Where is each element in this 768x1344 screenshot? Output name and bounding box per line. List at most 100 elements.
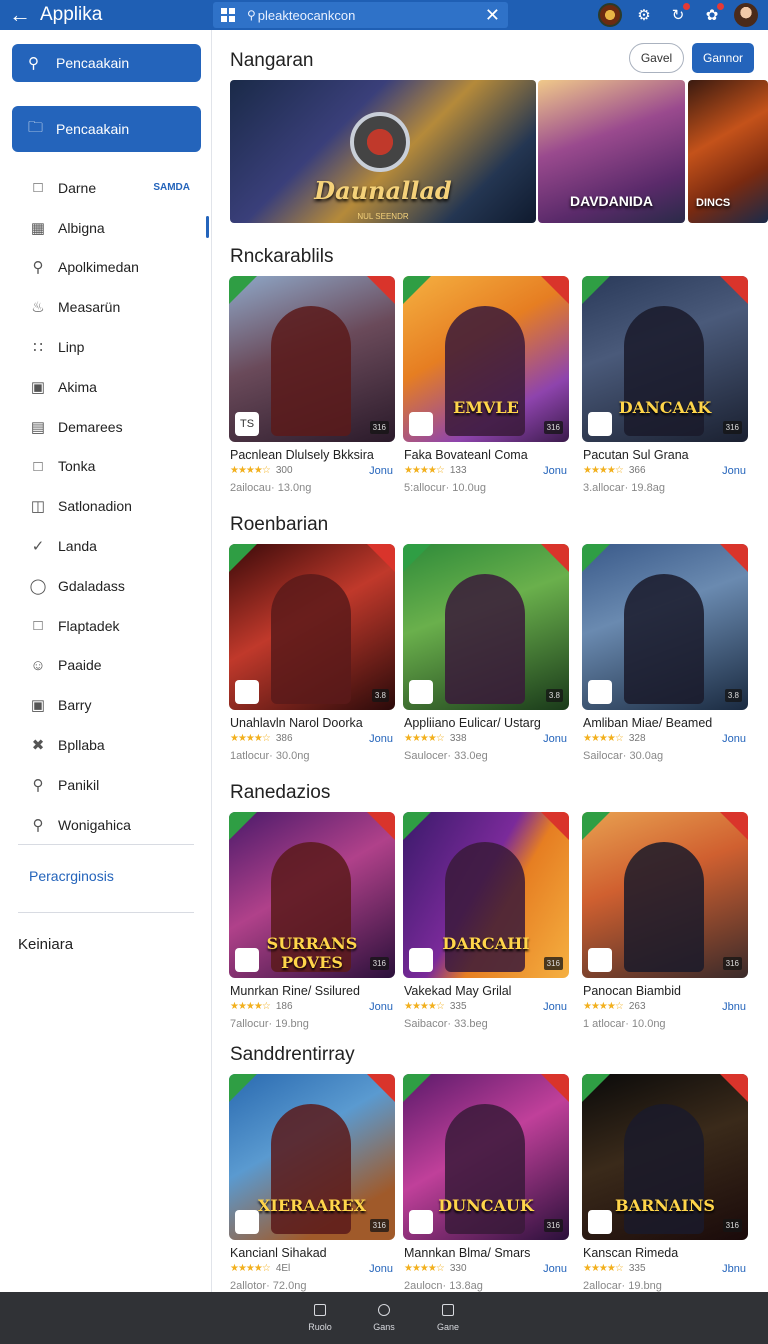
search-bar[interactable]: ⚲ pleakteocankcon ✕ bbox=[213, 2, 508, 28]
sidebar-item[interactable]: ◫ Satlonadion bbox=[0, 486, 212, 526]
app-name[interactable]: Mannkan Blma/ Smars bbox=[404, 1246, 570, 1260]
banner-subtitle: NUL SEENDR bbox=[357, 212, 409, 221]
app-thumbnail[interactable]: 3.8 bbox=[582, 544, 748, 710]
app-name[interactable]: Appliiano Eulicar/ Ustarg bbox=[404, 716, 570, 730]
sidebar-item[interactable]: ⚲ Wonigahica bbox=[0, 805, 212, 845]
sidebar-item[interactable]: ∷ Linp bbox=[0, 327, 212, 367]
app-card[interactable]: TS 316 Pacnlean Dlulsely Bkksira ★★★★☆ 30… bbox=[229, 276, 396, 494]
featured-banner[interactable]: DAVDANIDA bbox=[538, 80, 685, 223]
sidebar-item[interactable]: □ Tonka bbox=[0, 447, 212, 487]
app-thumbnail[interactable]: DUNCAUK 316 bbox=[403, 1074, 569, 1240]
app-card[interactable]: 3.8 Unahlavln Narol Doorka ★★★★☆ 386 Jonu… bbox=[229, 544, 396, 762]
app-action-link[interactable]: Jonu bbox=[722, 465, 746, 477]
featured-banner[interactable]: DINCS bbox=[688, 80, 768, 223]
user-avatar[interactable] bbox=[734, 3, 758, 27]
app-card[interactable]: DARCAHI 316 Vakekad May Grilal ★★★★☆ 335 … bbox=[403, 812, 570, 1030]
sidebar-item[interactable]: ▦ Albigna bbox=[0, 208, 212, 248]
extensions-icon[interactable]: ✿ bbox=[700, 3, 724, 27]
featured-banner[interactable]: Daunallad NUL SEENDR bbox=[230, 80, 536, 223]
rating-count: 335 bbox=[449, 1001, 467, 1012]
sidebar-item[interactable]: ⚲ Apolkimedan bbox=[0, 248, 212, 288]
app-meta: 3.allocar· 19.8ag bbox=[583, 482, 665, 494]
app-action-link[interactable]: Jbnu bbox=[722, 1263, 746, 1275]
corner-ribbon-green bbox=[403, 812, 431, 840]
app-name[interactable]: Kanscan Rimeda bbox=[583, 1246, 749, 1260]
character-figure bbox=[271, 574, 351, 704]
app-thumbnail[interactable]: XIERAAREX 316 bbox=[229, 1074, 395, 1240]
app-name[interactable]: Unahlavln Narol Doorka bbox=[230, 716, 396, 730]
sidebar-item[interactable]: ♨ Measarün bbox=[0, 287, 212, 327]
sidebar-item-label: Albigna bbox=[58, 219, 105, 236]
sidebar-search-button[interactable]: ⚲ Pencaakain bbox=[12, 44, 201, 82]
app-thumbnail[interactable]: EMVLE 316 bbox=[403, 276, 569, 442]
sidebar-item[interactable]: ▤ Demarees bbox=[0, 407, 212, 447]
app-name[interactable]: Pacutan Sul Grana bbox=[583, 448, 749, 462]
sidebar-folder-button[interactable]: 🗀 Pencaakain bbox=[12, 106, 201, 152]
app-thumbnail[interactable]: SURRANS POVES 316 bbox=[229, 812, 395, 978]
sidebar-item[interactable]: ✓ Landa bbox=[0, 526, 212, 566]
rating-tag: 316 bbox=[722, 957, 742, 970]
app-action-link[interactable]: Jonu bbox=[369, 465, 393, 477]
clear-search-icon[interactable]: ✕ bbox=[485, 5, 500, 26]
sidebar-item[interactable]: □ Darne SAMDA bbox=[0, 168, 212, 208]
sidebar-item[interactable]: ☺ Paaide bbox=[0, 646, 212, 686]
app-card[interactable]: BARNAINS 316 Kanscan Rimeda ★★★★☆ 335 Jbn… bbox=[582, 1074, 749, 1292]
app-thumbnail[interactable]: 3.8 bbox=[229, 544, 395, 710]
app-action-link[interactable]: Jonu bbox=[369, 1001, 393, 1013]
sidebar-item[interactable]: ▣ Akima bbox=[0, 367, 212, 407]
sidebar-link[interactable]: Peracrginosis bbox=[29, 868, 114, 884]
outline-button[interactable]: Gavel bbox=[629, 43, 684, 73]
sidebar-item[interactable]: ▣ Barry bbox=[0, 685, 212, 725]
app-name[interactable]: Munrkan Rine/ Ssilured bbox=[230, 984, 396, 998]
app-card[interactable]: DUNCAUK 316 Mannkan Blma/ Smars ★★★★☆ 330… bbox=[403, 1074, 570, 1292]
search-input[interactable]: pleakteocankcon bbox=[258, 8, 485, 23]
app-name[interactable]: Kancianl Sihakad bbox=[230, 1246, 396, 1260]
bottom-nav-item[interactable]: Gans bbox=[369, 1304, 399, 1344]
app-card[interactable]: EMVLE 316 Faka Bovateanl Coma ★★★★☆ 133 J… bbox=[403, 276, 570, 494]
app-mini-icon bbox=[409, 948, 433, 972]
app-action-link[interactable]: Jonu bbox=[369, 733, 393, 745]
rating-count: 366 bbox=[628, 465, 646, 476]
app-name[interactable]: Vakekad May Grilal bbox=[404, 984, 570, 998]
sidebar-item-label: Demarees bbox=[58, 418, 123, 435]
app-card[interactable]: SURRANS POVES 316 Munrkan Rine/ Ssilured… bbox=[229, 812, 396, 1030]
app-card[interactable]: DANCAAK 316 Pacutan Sul Grana ★★★★☆ 366 J… bbox=[582, 276, 749, 494]
app-card[interactable]: 316 Panocan Biambid ★★★★☆ 263 Jbnu 1 atlo… bbox=[582, 812, 749, 1030]
app-thumbnail[interactable]: DANCAAK 316 bbox=[582, 276, 748, 442]
app-thumbnail[interactable]: TS 316 bbox=[229, 276, 395, 442]
sidebar-item[interactable]: ✖ Bpllaba bbox=[0, 725, 212, 765]
app-card[interactable]: 3.8 Amliban Miae/ Beamed ★★★★☆ 328 Jonu S… bbox=[582, 544, 749, 762]
bottom-nav-label: Gane bbox=[436, 1322, 460, 1332]
settings-gear-icon[interactable]: ⚙ bbox=[632, 3, 656, 27]
app-thumbnail[interactable]: DARCAHI 316 bbox=[403, 812, 569, 978]
app-action-link[interactable]: Jonu bbox=[543, 465, 567, 477]
app-action-link[interactable]: Jonu bbox=[722, 733, 746, 745]
app-name[interactable]: Panocan Biambid bbox=[583, 984, 749, 998]
app-thumbnail[interactable]: 316 bbox=[582, 812, 748, 978]
sidebar-item[interactable]: ◯ Gdaladass bbox=[0, 566, 212, 606]
folder-icon: ▤ bbox=[30, 418, 46, 436]
refresh-icon[interactable]: ↻ bbox=[666, 3, 690, 27]
bottom-nav-item[interactable]: Ruolo bbox=[305, 1304, 335, 1344]
app-name[interactable]: Pacnlean Dlulsely Bkksira bbox=[230, 448, 396, 462]
bottom-nav-item[interactable]: Gane bbox=[433, 1304, 463, 1344]
app-card[interactable]: 3.8 Appliiano Eulicar/ Ustarg ★★★★☆ 338 J… bbox=[403, 544, 570, 762]
back-arrow-icon[interactable]: ← bbox=[0, 0, 40, 30]
app-thumbnail[interactable]: 3.8 bbox=[403, 544, 569, 710]
sidebar-item[interactable]: ⚲ Panikil bbox=[0, 765, 212, 805]
app-action-link[interactable]: Jonu bbox=[369, 1263, 393, 1275]
sidebar-item-label: Darne bbox=[58, 179, 97, 196]
app-thumbnail[interactable]: BARNAINS 316 bbox=[582, 1074, 748, 1240]
app-action-link[interactable]: Jonu bbox=[543, 733, 567, 745]
apps-grid-icon[interactable] bbox=[221, 8, 235, 22]
sidebar-item-label: Satlonadion bbox=[58, 498, 132, 515]
app-action-link[interactable]: Jbnu bbox=[722, 1001, 746, 1013]
app-name[interactable]: Faka Bovateanl Coma bbox=[404, 448, 570, 462]
app-name[interactable]: Amliban Miae/ Beamed bbox=[583, 716, 749, 730]
app-action-link[interactable]: Jonu bbox=[543, 1263, 567, 1275]
game-badge-icon[interactable] bbox=[598, 3, 622, 27]
sidebar-item[interactable]: □ Flaptadek bbox=[0, 606, 212, 646]
primary-button[interactable]: Gannor bbox=[692, 43, 754, 73]
app-action-link[interactable]: Jonu bbox=[543, 1001, 567, 1013]
app-card[interactable]: XIERAAREX 316 Kancianl Sihakad ★★★★☆ 4El … bbox=[229, 1074, 396, 1292]
